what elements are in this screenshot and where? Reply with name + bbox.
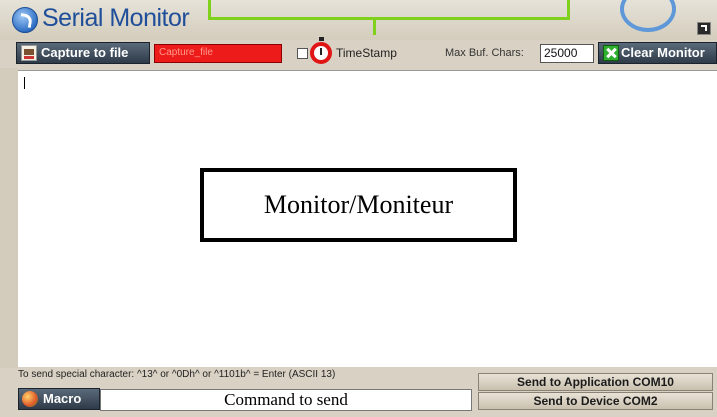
- clear-monitor-button[interactable]: Clear Monitor: [598, 42, 717, 64]
- capture-file-field[interactable]: Capture_file: [154, 44, 282, 63]
- serial-monitor-window: Serial Monitor Capture to file Capture_f…: [0, 0, 717, 417]
- monitor-annotation-box: Monitor/Moniteur: [200, 168, 517, 242]
- app-logo-icon: [12, 7, 38, 33]
- send-to-device-button[interactable]: Send to Device COM2: [478, 392, 713, 410]
- timestamp-label: TimeStamp: [336, 46, 397, 60]
- macro-button-label: Macro: [43, 391, 82, 406]
- clear-x-icon: [603, 45, 619, 61]
- macro-icon: [22, 391, 38, 407]
- send-to-application-button[interactable]: Send to Application COM10: [478, 373, 713, 391]
- capture-button-label: Capture to file: [41, 45, 129, 60]
- max-buffer-label: Max Buf. Chars:: [445, 47, 524, 59]
- clear-button-label: Clear Monitor: [621, 45, 705, 60]
- stopwatch-icon: [310, 37, 332, 64]
- restore-window-icon[interactable]: [697, 22, 711, 35]
- window-title: Serial Monitor: [42, 4, 190, 32]
- title-bar: Serial Monitor: [0, 0, 717, 40]
- macro-button[interactable]: Macro: [18, 388, 100, 410]
- capture-to-file-button[interactable]: Capture to file: [16, 42, 150, 64]
- toolbar: Capture to file Capture_file TimeStamp M…: [0, 37, 717, 68]
- decorative-swirl-icon: [620, 0, 676, 32]
- max-buffer-input[interactable]: 25000: [540, 44, 594, 63]
- save-to-file-icon: [21, 45, 37, 61]
- special-character-hint: To send special character: ^13^ or ^0Dh^…: [18, 369, 336, 380]
- decorative-frame: [208, 0, 570, 35]
- left-margin: [0, 68, 18, 368]
- timestamp-checkbox[interactable]: [297, 48, 308, 59]
- text-caret: [24, 77, 25, 89]
- command-to-send-field[interactable]: Command to send: [100, 389, 472, 411]
